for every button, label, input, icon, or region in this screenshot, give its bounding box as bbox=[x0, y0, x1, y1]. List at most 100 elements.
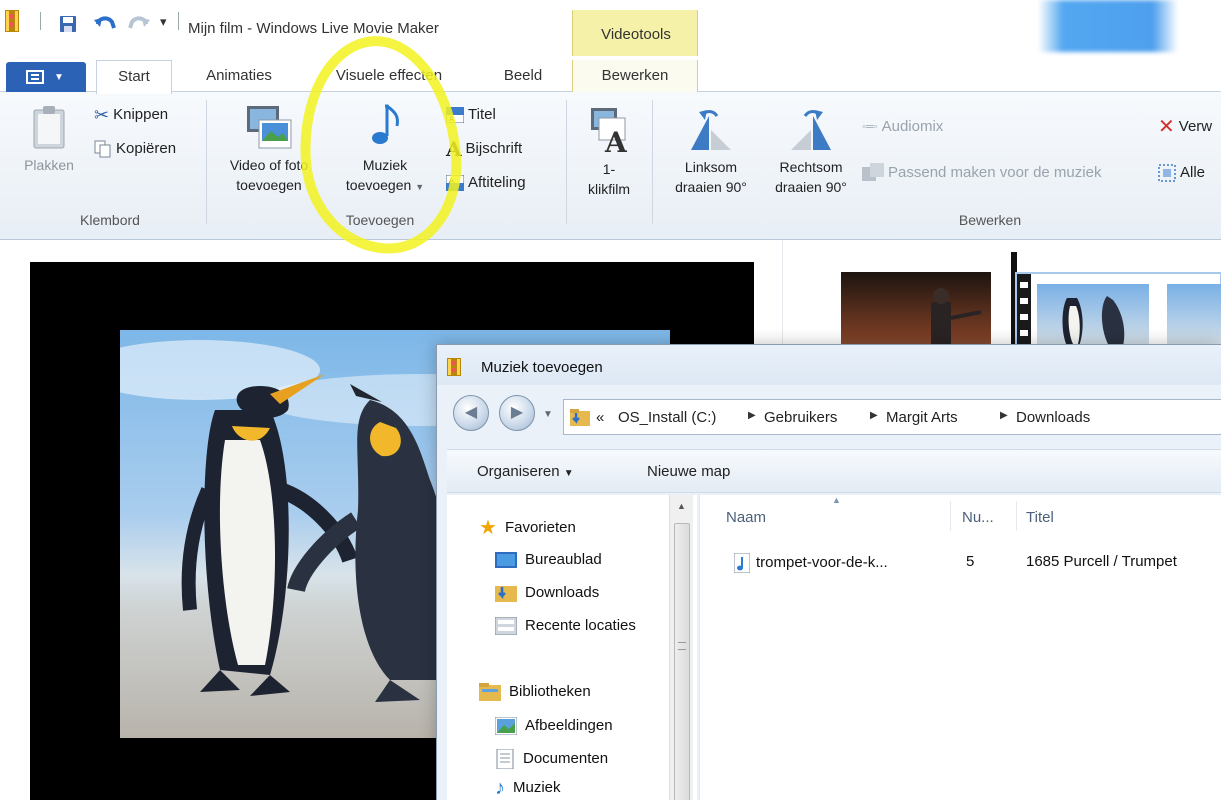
nav-item-music[interactable]: ♪ Muziek bbox=[495, 777, 561, 799]
breadcrumb-separator-icon[interactable]: ▶ bbox=[870, 410, 878, 421]
audio-file-icon bbox=[734, 553, 751, 573]
column-divider[interactable] bbox=[950, 501, 951, 531]
contextual-group-label: Videotools bbox=[601, 26, 671, 43]
caption-label: Bijschrift bbox=[465, 140, 523, 157]
add-music-button[interactable]: Muziek toevoegen ▼ bbox=[334, 104, 436, 197]
tab-visuele-effecten[interactable]: Visuele effecten bbox=[306, 60, 472, 92]
redo-icon[interactable] bbox=[128, 14, 150, 34]
command-bar: Organiseren ▼ Nieuwe map bbox=[447, 449, 1221, 493]
breadcrumb-drive[interactable]: OS_Install (C:) bbox=[618, 409, 716, 426]
forward-button[interactable]: ▶ bbox=[499, 395, 535, 431]
tab-bewerken[interactable]: Bewerken bbox=[572, 60, 698, 92]
address-bar[interactable]: « OS_Install (C:) ▶ Gebruikers ▶ Margit … bbox=[563, 399, 1221, 435]
add-caption-button[interactable]: A Bijschrift bbox=[446, 138, 522, 160]
blurred-window-control bbox=[1038, 0, 1178, 52]
add-credits-button[interactable]: A Aftiteling bbox=[445, 172, 526, 194]
nav-item-pictures[interactable]: Afbeeldingen bbox=[495, 715, 613, 737]
group-label-klembord: Klembord bbox=[80, 212, 140, 228]
automovie-label-line1: 1- bbox=[602, 161, 616, 177]
back-arrow-icon: ◀ bbox=[464, 404, 478, 421]
rotate-right-icon bbox=[791, 110, 831, 150]
automovie-button[interactable]: A 1- klikfilm bbox=[576, 106, 642, 199]
music-note-icon bbox=[372, 104, 399, 144]
nav-item-libraries[interactable]: Bibliotheken bbox=[479, 681, 591, 703]
new-folder-button[interactable]: Nieuwe map bbox=[647, 463, 730, 480]
save-icon[interactable] bbox=[60, 16, 76, 32]
menu-icon bbox=[26, 70, 44, 84]
add-title-button[interactable]: A Titel bbox=[445, 104, 496, 126]
caption-icon: A bbox=[446, 137, 462, 162]
column-header-title[interactable]: Titel bbox=[1026, 509, 1054, 526]
paste-button[interactable]: Plakken bbox=[14, 106, 84, 175]
application-menu-button[interactable]: ▼ bbox=[6, 62, 86, 92]
sort-ascending-icon: ▲ bbox=[832, 495, 841, 505]
column-header-number[interactable]: Nu... bbox=[962, 509, 994, 526]
scrollbar-grip bbox=[678, 642, 686, 650]
desktop-icon bbox=[495, 552, 517, 569]
breadcrumb-user[interactable]: Margit Arts bbox=[886, 409, 958, 426]
fit-to-music-label: Passend maken voor de muziek bbox=[888, 164, 1102, 181]
tab-animaties[interactable]: Animaties bbox=[184, 60, 294, 92]
group-label-bewerken: Bewerken bbox=[958, 212, 1022, 228]
title-label: Titel bbox=[468, 106, 496, 123]
navigation-pane-scrollbar[interactable]: ▲ bbox=[669, 495, 693, 800]
select-all-label: Alle bbox=[1180, 164, 1206, 181]
recent-pages-dropdown-icon[interactable]: ▼ bbox=[543, 409, 553, 420]
group-separator bbox=[652, 100, 653, 224]
audiomix-button[interactable]: ◦═◦ Audiomix bbox=[862, 116, 943, 138]
dialog-navigation-row: ◀ ▶ ▼ « OS_Install (C:) ▶ Gebruikers ▶ M… bbox=[437, 395, 1221, 439]
nav-item-downloads[interactable]: Downloads bbox=[495, 582, 599, 604]
movie-maker-app-icon bbox=[447, 358, 461, 376]
breadcrumb-overflow-icon[interactable]: « bbox=[596, 409, 604, 426]
file-name-cell[interactable]: trompet-voor-de-k... bbox=[734, 553, 944, 573]
organize-button[interactable]: Organiseren ▼ bbox=[477, 463, 574, 480]
nav-item-recent-places[interactable]: Recente locaties bbox=[495, 615, 636, 637]
svg-text:A: A bbox=[449, 177, 454, 185]
select-all-button[interactable]: Alle bbox=[1158, 162, 1205, 184]
add-video-photo-button[interactable]: Video of foto toevoegen bbox=[214, 104, 324, 195]
nav-item-desktop[interactable]: Bureaublad bbox=[495, 549, 602, 571]
tab-start[interactable]: Start bbox=[96, 60, 172, 94]
breadcrumb-separator-icon[interactable]: ▶ bbox=[1000, 410, 1008, 421]
scrollbar-thumb[interactable] bbox=[674, 523, 690, 800]
navigation-pane[interactable]: ★ Favorieten Bureaublad Downloads Recente… bbox=[447, 495, 697, 800]
file-title-cell: 1685 Purcell / Trumpet bbox=[1026, 553, 1177, 570]
rotate-left-label-line1: Linksom bbox=[684, 159, 738, 175]
fit-to-music-button[interactable]: Passend maken voor de muziek bbox=[862, 162, 1101, 184]
column-divider[interactable] bbox=[1016, 501, 1017, 531]
movie-maker-app-icon[interactable] bbox=[4, 10, 20, 32]
documents-library-icon bbox=[496, 749, 514, 770]
credits-label: Aftiteling bbox=[468, 174, 526, 191]
breadcrumb-users[interactable]: Gebruikers bbox=[764, 409, 837, 426]
scroll-up-icon[interactable]: ▲ bbox=[677, 501, 686, 511]
back-button[interactable]: ◀ bbox=[453, 395, 489, 431]
fit-to-music-icon bbox=[862, 163, 884, 182]
rotate-right-button[interactable]: Rechtsom draaien 90° bbox=[764, 106, 858, 197]
breadcrumb-separator-icon[interactable]: ▶ bbox=[748, 410, 756, 421]
chevron-down-icon: ▼ bbox=[563, 468, 574, 479]
undo-icon[interactable] bbox=[94, 14, 116, 34]
nav-item-documents[interactable]: Documenten bbox=[495, 748, 608, 770]
remove-x-icon: ✕ bbox=[1158, 116, 1175, 139]
rotate-left-button[interactable]: Linksom draaien 90° bbox=[660, 106, 762, 197]
rotate-right-label-line2: draaien 90° bbox=[775, 179, 847, 195]
breadcrumb-downloads[interactable]: Downloads bbox=[1016, 409, 1090, 426]
rotate-left-icon bbox=[691, 110, 731, 150]
file-list-pane[interactable]: Naam ▲ Nu... Titel trompet-voor-de-k... … bbox=[699, 495, 1221, 800]
column-header-name[interactable]: Naam bbox=[726, 509, 766, 526]
cut-button[interactable]: ✂ Knippen bbox=[94, 104, 168, 126]
nav-item-favorites[interactable]: ★ Favorieten bbox=[479, 517, 576, 539]
remove-button[interactable]: ✕ Verw bbox=[1158, 116, 1212, 138]
clip-thumbnail-penguins bbox=[1037, 284, 1149, 348]
forward-arrow-icon: ▶ bbox=[510, 404, 524, 421]
qat-customize-icon[interactable]: ▾ bbox=[160, 14, 167, 30]
downloads-folder-icon bbox=[495, 586, 517, 603]
copy-button[interactable]: Kopiëren bbox=[94, 138, 176, 160]
chevron-down-icon: ▼ bbox=[415, 182, 425, 192]
copy-icon bbox=[94, 140, 111, 158]
group-separator bbox=[566, 100, 567, 224]
add-music-dialog[interactable]: Muziek toevoegen ◀ ▶ ▼ « OS_Install (C:)… bbox=[436, 344, 1221, 800]
tab-beeld[interactable]: Beeld bbox=[482, 60, 564, 92]
dialog-title-bar[interactable]: Muziek toevoegen bbox=[437, 345, 1221, 385]
libraries-icon bbox=[479, 683, 501, 702]
